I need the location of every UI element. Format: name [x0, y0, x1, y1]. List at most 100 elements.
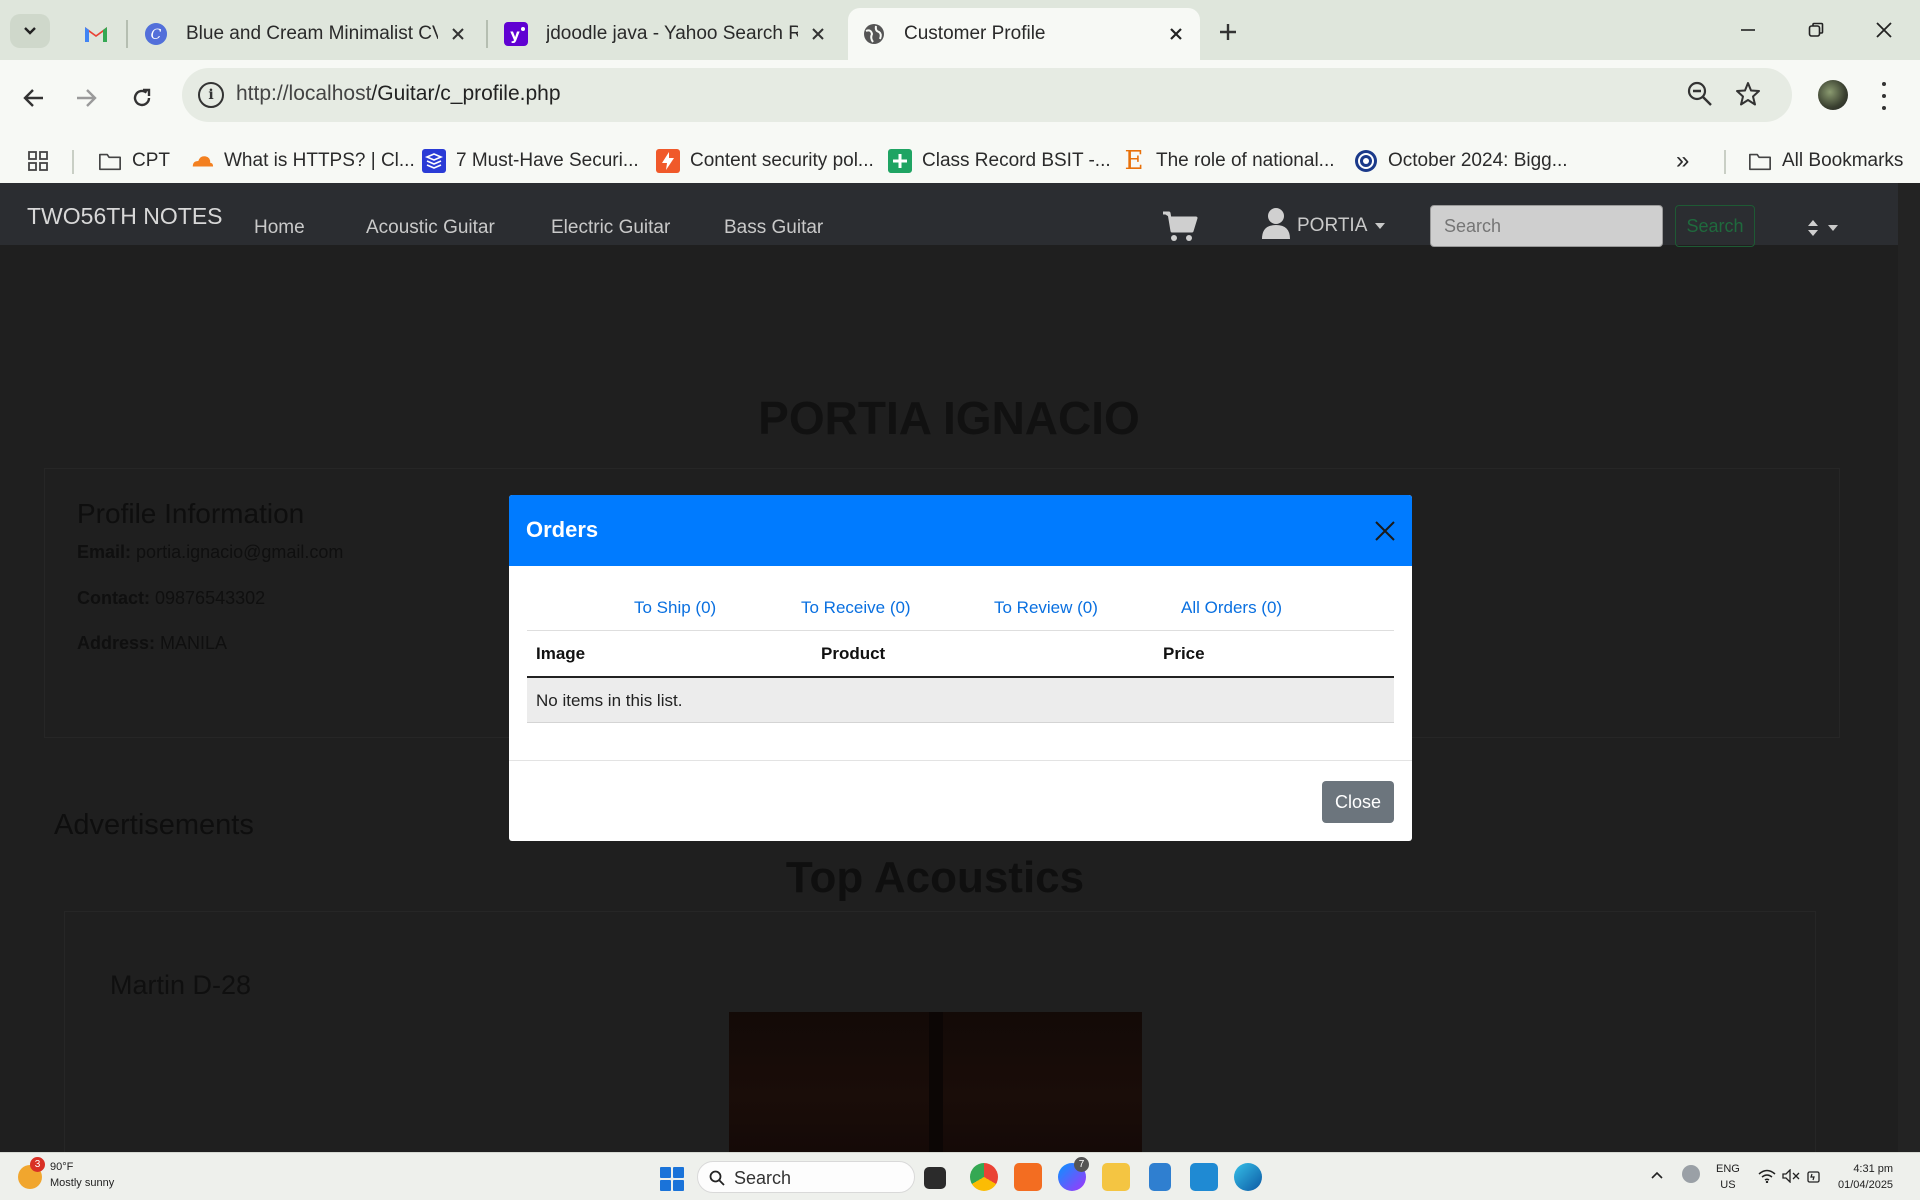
profile-avatar[interactable] — [1818, 80, 1848, 110]
product-image[interactable] — [729, 1012, 1142, 1152]
bookmark-label: Content security pol... — [690, 150, 874, 171]
reload-icon — [133, 88, 151, 107]
close-button[interactable]: Close — [1322, 781, 1394, 823]
close-tab-icon[interactable] — [808, 24, 828, 44]
tab-separator — [486, 20, 488, 48]
battery-icon[interactable] — [1806, 1169, 1822, 1188]
orders-modal: Orders To Ship (0) To Receive (0) To Rev… — [509, 495, 1412, 841]
tab-to-receive[interactable]: To Receive (0) — [801, 598, 911, 618]
messenger-icon[interactable]: 7 — [1058, 1157, 1089, 1191]
e-letter-icon: E — [1124, 146, 1144, 176]
tray-chevron-up-icon[interactable] — [1650, 1169, 1664, 1183]
weather-widget[interactable]: 3 90°F Mostly sunny — [18, 1157, 114, 1191]
tab-to-ship[interactable]: To Ship (0) — [634, 598, 716, 618]
bookmark-star-icon[interactable] — [1734, 80, 1762, 113]
back-button[interactable] — [14, 78, 54, 118]
apps-button[interactable] — [26, 146, 60, 176]
minimize-icon — [1741, 29, 1755, 31]
restore-button[interactable] — [1794, 12, 1838, 48]
close-tab-icon[interactable] — [448, 24, 468, 44]
nav-electric-guitar[interactable]: Electric Guitar — [551, 217, 670, 239]
tab-canva[interactable]: C Blue and Cream Minimalist CV Resume — [130, 8, 482, 60]
bookmark-item[interactable]: October 2024: Bigg... — [1354, 146, 1568, 176]
site-brand[interactable]: TWO56TH NOTES — [27, 203, 223, 230]
close-icon — [1876, 22, 1892, 38]
bookmark-item[interactable]: Content security pol... — [656, 146, 874, 176]
bookmark-item[interactable]: 7 Must-Have Securi... — [422, 146, 639, 176]
site-search-input[interactable] — [1430, 205, 1663, 247]
bookmark-label: October 2024: Bigg... — [1388, 150, 1568, 171]
tab-customer-profile[interactable]: Customer Profile — [848, 8, 1200, 60]
bookmark-item[interactable]: E The role of national... — [1122, 146, 1335, 176]
edge-icon[interactable] — [1234, 1163, 1262, 1191]
wifi-icon[interactable] — [1758, 1169, 1776, 1186]
user-name: PORTIA — [1297, 215, 1368, 236]
sheets-icon — [888, 149, 912, 173]
more-bookmarks-chevron[interactable]: » — [1676, 146, 1689, 176]
language-indicator[interactable]: ENG US — [1716, 1161, 1740, 1193]
apps-grid-icon — [26, 149, 50, 173]
eye-icon — [1354, 149, 1378, 173]
messenger-badge: 7 — [1074, 1157, 1089, 1172]
site-info-icon[interactable]: i — [198, 82, 224, 108]
taskbar-search[interactable]: Search — [697, 1161, 915, 1193]
all-bookmarks[interactable]: All Bookmarks — [1748, 146, 1903, 176]
browser-menu-icon[interactable] — [1874, 78, 1894, 114]
cart-icon[interactable] — [1162, 211, 1198, 248]
modal-title: Orders — [526, 517, 599, 542]
forward-button[interactable] — [66, 78, 106, 118]
chevron-down-icon — [24, 27, 36, 35]
windows-start-icon[interactable] — [660, 1167, 684, 1191]
tabs-divider — [527, 630, 1394, 631]
tab-all-orders[interactable]: All Orders (0) — [1181, 598, 1282, 618]
nav-home[interactable]: Home — [254, 217, 305, 239]
chrome-icon[interactable] — [970, 1163, 998, 1191]
page-scrollbar[interactable] — [1898, 183, 1920, 1152]
system-clock[interactable]: 4:31 pm 01/04/2025 — [1838, 1161, 1893, 1193]
vscode-icon[interactable] — [1190, 1163, 1218, 1191]
tab-separator — [126, 20, 128, 48]
arrow-right-icon — [77, 89, 97, 107]
new-tab-button[interactable] — [1212, 16, 1244, 48]
zoom-icon[interactable] — [1686, 80, 1714, 113]
advertisements-heading: Advertisements — [54, 809, 254, 841]
bookmark-label: The role of national... — [1156, 150, 1335, 171]
site-search-button[interactable]: Search — [1675, 205, 1755, 247]
profile-address: Address: MANILA — [77, 633, 228, 653]
bookmark-separator — [1724, 150, 1726, 174]
theme-toggle[interactable] — [1806, 219, 1838, 237]
file-explorer-icon[interactable] — [1102, 1163, 1130, 1191]
tab-gmail[interactable] — [66, 8, 126, 60]
close-icon[interactable] — [1373, 519, 1397, 543]
tray-app-icon[interactable] — [1682, 1165, 1700, 1183]
bookmark-item[interactable]: Class Record BSIT -... — [888, 146, 1111, 176]
nav-bass-guitar[interactable]: Bass Guitar — [724, 217, 823, 239]
bookmark-separator — [72, 150, 74, 174]
profile-email: Email: portia.ignacio@gmail.com — [77, 542, 344, 562]
tab-to-review[interactable]: To Review (0) — [994, 598, 1098, 618]
close-window-button[interactable] — [1862, 12, 1906, 48]
svg-text:y: y — [510, 26, 520, 44]
user-menu[interactable]: PORTIA — [1261, 207, 1386, 239]
nav-acoustic-guitar[interactable]: Acoustic Guitar — [366, 217, 495, 239]
address-bar[interactable]: i http://localhost/Guitar/c_profile.php — [182, 68, 1792, 122]
guitar-neck-shape — [929, 1012, 943, 1152]
search-icon — [709, 1170, 725, 1186]
caret-down-icon — [1375, 223, 1386, 229]
bookmark-item[interactable]: CPT — [98, 146, 170, 176]
tab-yahoo[interactable]: y jdoodle java - Yahoo Search Results — [490, 8, 842, 60]
profile-information-heading: Profile Information — [77, 498, 305, 529]
reload-button[interactable] — [122, 78, 162, 118]
customer-name-heading: PORTIA IGNACIO — [758, 392, 1140, 444]
cloudflare-icon — [190, 149, 214, 173]
notepad-icon[interactable] — [1149, 1163, 1171, 1191]
volume-muted-icon[interactable] — [1782, 1168, 1800, 1186]
profile-contact: Contact: 09876543302 — [77, 588, 266, 608]
bookmark-item[interactable]: What is HTTPS? | Cl... — [190, 146, 415, 176]
task-view-icon[interactable] — [924, 1167, 946, 1189]
tab-search-button[interactable] — [10, 14, 50, 48]
table-row: No items in this list. — [527, 678, 1394, 723]
minimize-button[interactable] — [1726, 12, 1770, 48]
close-tab-icon[interactable] — [1166, 24, 1186, 44]
xampp-icon[interactable] — [1014, 1163, 1042, 1191]
